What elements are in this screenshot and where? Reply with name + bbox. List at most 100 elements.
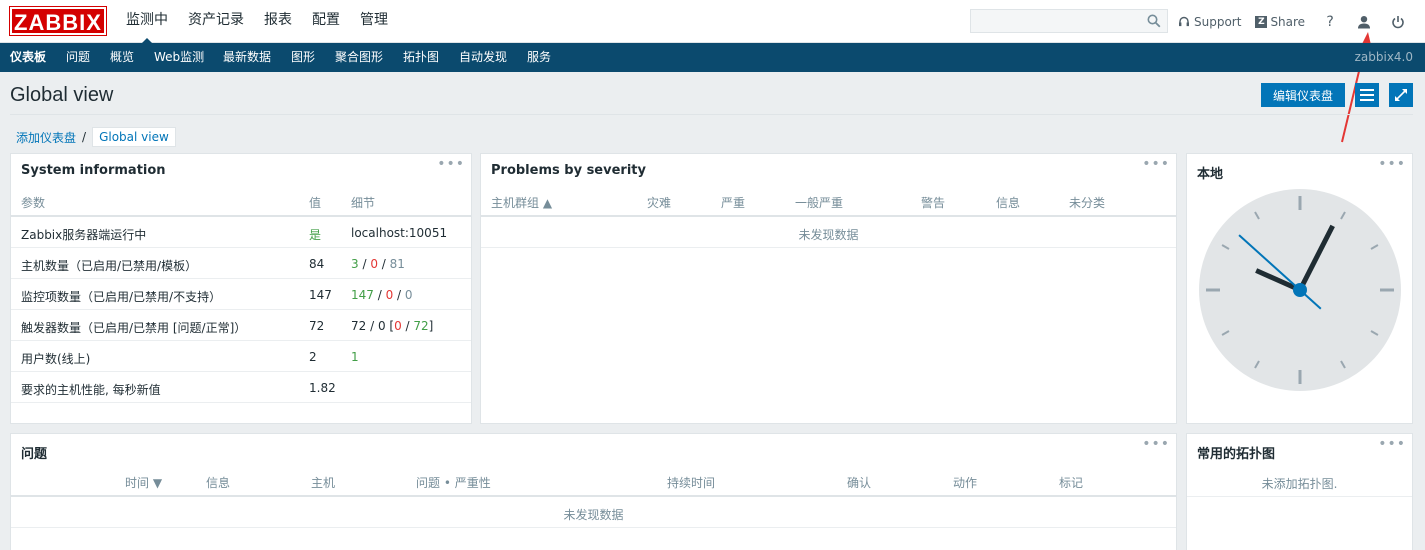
- col-time-sort[interactable]: 时间 ▼: [125, 474, 162, 491]
- breadcrumb-dashboards-link[interactable]: 添加仪表盘: [10, 129, 82, 146]
- table-row: 未添加拓扑图.: [1187, 466, 1412, 497]
- row-value: 147: [309, 288, 332, 302]
- row-detail: 147 / 0 / 0: [351, 288, 413, 302]
- table-row: Zabbix服务器端运行中 是 localhost:10051: [11, 217, 471, 248]
- system-information-widget: System information ••• 参数 值 细节 Zabbix服务器…: [10, 153, 472, 424]
- col-host: 主机: [311, 476, 336, 490]
- widget-header: System information •••: [11, 154, 471, 186]
- col-not-classified: 未分类: [1069, 196, 1106, 210]
- fullscreen-icon: [1395, 89, 1407, 101]
- detail-suffix: ]: [428, 319, 434, 333]
- header-links: Support Z Share ?: [1178, 0, 1409, 43]
- subnav-graphs[interactable]: 图形: [291, 43, 315, 72]
- widget-title: System information: [21, 163, 166, 178]
- support-link[interactable]: Support: [1178, 15, 1241, 29]
- search-input[interactable]: [971, 10, 1141, 32]
- subnav-dashboard[interactable]: 仪表板: [10, 43, 46, 72]
- menu-monitoring[interactable]: 监测中: [116, 0, 178, 44]
- col-disaster: 灾难: [647, 196, 672, 210]
- detail-ok: 72: [413, 319, 429, 333]
- menu-reports[interactable]: 报表: [254, 0, 302, 43]
- row-detail: 3 / 0 / 81: [351, 257, 405, 271]
- detail-enabled: 3: [351, 257, 359, 271]
- favourite-maps-widget: 常用的拓扑图 ••• 未添加拓扑图.: [1186, 433, 1413, 550]
- problems-by-severity-widget: Problems by severity ••• 主机群组 ▲ 灾难 严重 一般…: [480, 153, 1177, 424]
- row-param: 触发器数量（已启用/已禁用 [问题/正常]）: [21, 321, 247, 335]
- user-profile-icon[interactable]: [1353, 11, 1375, 33]
- col-warning: 警告: [921, 196, 946, 210]
- detail-disabled: 0: [370, 257, 378, 271]
- col-average: 一般严重: [795, 196, 844, 210]
- row-value: 84: [309, 257, 325, 271]
- detail-enabled: 147: [351, 288, 374, 302]
- table-row: 监控项数量（已启用/已禁用/不支持） 147 147 / 0 / 0: [11, 279, 471, 310]
- clock-center: [1293, 283, 1307, 297]
- col-actions: 动作: [953, 476, 978, 490]
- row-detail: localhost:10051: [351, 226, 448, 240]
- user-icon: [1358, 15, 1371, 28]
- widget-title: 常用的拓扑图: [1197, 447, 1276, 462]
- detail-disabled: 0: [385, 288, 394, 302]
- col-high: 严重: [721, 196, 746, 210]
- widget-title: Problems by severity: [491, 163, 646, 178]
- col-detail: 细节: [351, 196, 376, 210]
- col-ack: 确认: [847, 476, 872, 490]
- no-maps-message: 未添加拓扑图.: [1261, 477, 1338, 491]
- col-problem-severity: 问题 • 严重性: [416, 476, 491, 490]
- menu-inventory[interactable]: 资产记录: [178, 0, 254, 43]
- no-data-message: 未发现数据: [798, 228, 859, 242]
- widget-menu-icon[interactable]: •••: [1142, 157, 1170, 171]
- detail-prefix: 72 / 0 [: [351, 319, 395, 333]
- no-data-message: 未发现数据: [563, 508, 624, 522]
- detail-unsupported: 0: [404, 288, 413, 302]
- widget-menu-icon[interactable]: •••: [1378, 157, 1406, 171]
- share-z-icon: Z: [1255, 15, 1268, 28]
- fullscreen-button[interactable]: [1389, 83, 1413, 107]
- widget-title: 问题: [21, 447, 48, 462]
- clock-widget: 本地 •••: [1186, 153, 1413, 424]
- analog-clock: [1199, 189, 1401, 391]
- sign-out-icon[interactable]: [1387, 11, 1409, 33]
- search-icon[interactable]: [1147, 14, 1161, 28]
- subnav-maps[interactable]: 拓扑图: [403, 43, 439, 72]
- widget-menu-icon[interactable]: •••: [1378, 437, 1406, 451]
- edit-dashboard-button[interactable]: 编辑仪表盘: [1261, 83, 1345, 107]
- breadcrumb-current[interactable]: Global view: [92, 127, 176, 147]
- menu-configuration[interactable]: 配置: [302, 0, 350, 43]
- col-host-group-sort[interactable]: 主机群组 ▲: [491, 194, 552, 211]
- top-header: ZABBIX 监测中 资产记录 报表 配置 管理 Support Z Share…: [0, 0, 1425, 44]
- widget-menu-icon[interactable]: •••: [437, 157, 465, 171]
- table-row: 要求的主机性能, 每秒新值 1.82: [11, 372, 471, 403]
- table-row: 未发现数据: [11, 497, 1176, 528]
- row-param: 要求的主机性能, 每秒新值: [21, 383, 161, 397]
- dashboard-actions-button[interactable]: [1355, 83, 1379, 107]
- headset-icon: [1179, 16, 1189, 26]
- row-param: Zabbix服务器端运行中: [21, 228, 147, 242]
- widget-title: 本地: [1197, 167, 1224, 182]
- power-icon: [1392, 15, 1404, 28]
- widget-menu-icon[interactable]: •••: [1142, 437, 1170, 451]
- sub-navigation: 仪表板 问题 概览 Web监测 最新数据 图形 聚合图形 拓扑图 自动发现 服务…: [0, 43, 1425, 72]
- subnav-services[interactable]: 服务: [527, 43, 551, 72]
- table-row: 主机数量（已启用/已禁用/模板） 84 3 / 0 / 81: [11, 248, 471, 279]
- menu-administration[interactable]: 管理: [350, 0, 398, 43]
- subnav-discovery[interactable]: 自动发现: [459, 43, 507, 72]
- row-detail: 72 / 0 [0 / 72]: [351, 319, 434, 333]
- share-label: Share: [1270, 14, 1306, 29]
- subnav-overview[interactable]: 概览: [110, 43, 134, 72]
- share-link[interactable]: Z Share: [1255, 15, 1305, 29]
- zabbix-logo[interactable]: ZABBIX: [9, 6, 107, 36]
- breadcrumb: 添加仪表盘 / Global view: [10, 126, 176, 148]
- subnav-screens[interactable]: 聚合图形: [335, 43, 383, 72]
- header-divider: [10, 114, 1413, 115]
- row-value: 72: [309, 319, 325, 333]
- widget-header: 常用的拓扑图 •••: [1187, 434, 1412, 466]
- detail-problem: 0: [394, 319, 402, 333]
- search-box: [970, 9, 1168, 33]
- subnav-latest-data[interactable]: 最新数据: [223, 43, 271, 72]
- help-icon[interactable]: ?: [1319, 11, 1341, 33]
- subnav-web[interactable]: Web监测: [154, 43, 204, 72]
- main-menu: 监测中 资产记录 报表 配置 管理: [116, 0, 398, 44]
- widget-header: 问题 •••: [11, 434, 1176, 466]
- subnav-problems[interactable]: 问题: [66, 43, 90, 72]
